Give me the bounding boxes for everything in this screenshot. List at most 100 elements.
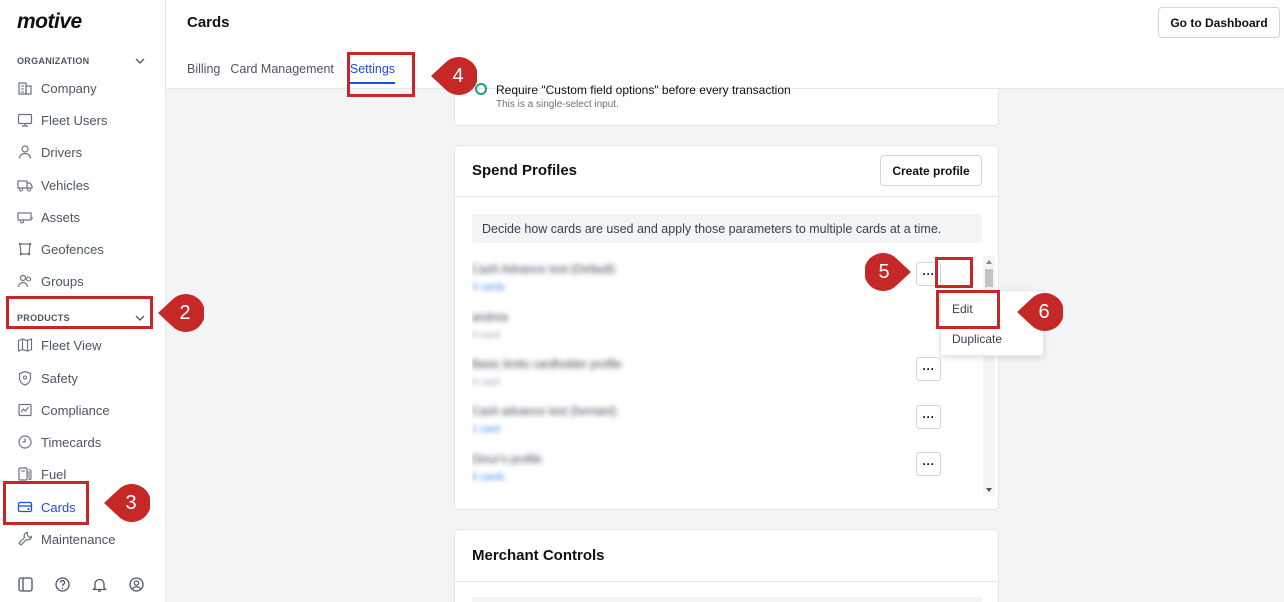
annotation-badge: 2 (158, 294, 205, 332)
truck-icon (17, 180, 33, 192)
sidebar-item-label: Fleet View (41, 337, 102, 353)
custom-field-option[interactable]: Require "Custom field options" before ev… (475, 83, 791, 97)
merchant-controls-info (472, 597, 982, 602)
annotation-badge: 5 (864, 253, 911, 291)
help-icon[interactable] (54, 576, 71, 593)
knowledge-base-icon[interactable] (17, 576, 34, 593)
sidebar-item-fleet-view[interactable]: Fleet View (17, 333, 101, 357)
profile-name: andrea (472, 312, 508, 324)
profile-list: Cash Advance test (Default) 4 cards ··· … (472, 258, 982, 494)
custom-field-label: Require "Custom field options" before ev… (496, 83, 791, 97)
scroll-thumb[interactable] (985, 269, 993, 287)
sidebar-item-label: Compliance (41, 402, 110, 418)
annotation-number: 5 (878, 260, 890, 283)
go-to-dashboard-button[interactable]: Go to Dashboard (1158, 7, 1280, 38)
more-options-button[interactable]: ··· (916, 357, 941, 381)
sidebar-item-timecards[interactable]: Timecards (17, 430, 101, 454)
profile-card-count: 0 card (472, 330, 500, 341)
list-item: Dinur's profile 6 cards ··· (472, 452, 967, 494)
scroll-up-arrow-icon[interactable] (986, 260, 992, 264)
spend-profiles-title: Spend Profiles (472, 162, 578, 179)
building-icon (18, 82, 32, 95)
annotation-highlight (3, 481, 89, 525)
motive-logo[interactable]: motive (17, 10, 82, 34)
annotation-highlight (936, 290, 1000, 329)
profile-card-count[interactable]: 6 cards (472, 472, 505, 483)
sidebar-item-groups[interactable]: Groups (17, 269, 84, 293)
annotation-badge: 4 (431, 57, 478, 95)
shield-icon (18, 370, 32, 386)
sidebar-item-label: Fuel (41, 466, 67, 482)
profile-name: Dinur's profile (472, 454, 542, 466)
wrench-icon (18, 531, 33, 546)
sidebar-item-label: Geofences (41, 241, 104, 257)
spend-profiles-card: Spend Profiles Create profile Decide how… (454, 145, 999, 510)
tab-billing[interactable]: Billing (187, 62, 220, 84)
profile-card-count[interactable]: 4 cards (472, 282, 505, 293)
sidebar-item-label: Vehicles (41, 177, 90, 193)
custom-field-card: Require "Custom field options" before ev… (454, 83, 999, 126)
sidebar-item-assets[interactable]: Assets (17, 205, 80, 229)
sidebar-item-label: Fleet Users (41, 112, 108, 128)
annotation-highlight (935, 257, 973, 288)
annotation-number: 4 (452, 64, 464, 87)
annotation-badge: 6 (1017, 293, 1064, 331)
profile-card-count: 0 card (472, 377, 500, 388)
sidebar-footer (17, 576, 145, 593)
annotation-highlight (347, 52, 415, 97)
sidebar-item-label: Assets (41, 209, 81, 225)
group-icon (17, 274, 32, 288)
page-header: Cards Go to Dashboard Billing Card Manag… (166, 0, 1284, 89)
annotation-highlight (6, 296, 153, 329)
tab-card-management[interactable]: Card Management (230, 62, 334, 84)
menu-item-duplicate[interactable]: Duplicate (952, 332, 1002, 346)
trailer-icon (17, 212, 33, 224)
user-account-icon[interactable] (128, 576, 145, 593)
scroll-down-arrow-icon[interactable] (986, 488, 992, 492)
chevron-down-icon[interactable] (135, 56, 145, 66)
sidebar-item-label: Company (41, 80, 97, 96)
bell-icon[interactable] (91, 576, 108, 593)
sidebar-item-label: Timecards (41, 434, 102, 450)
list-item: andrea 0 card (472, 312, 967, 352)
sidebar-item-drivers[interactable]: Drivers (17, 140, 82, 164)
sidebar-item-label: Maintenance (41, 531, 116, 547)
merchant-controls-card: Merchant Controls (454, 529, 999, 602)
geofence-icon (18, 242, 32, 256)
spend-profiles-header: Spend Profiles Create profile (455, 146, 998, 197)
sidebar-item-label: Drivers (41, 144, 83, 160)
profile-name: Cash Advance test (Default) (472, 264, 616, 276)
sidebar-item-fleet-users[interactable]: Fleet Users (17, 108, 107, 132)
merchant-controls-title: Merchant Controls (472, 547, 605, 564)
sidebar-item-geofences[interactable]: Geofences (17, 237, 104, 261)
list-item: Cash advance test (hemant) 1 card ··· (472, 405, 967, 446)
sidebar-item-safety[interactable]: Safety (17, 366, 78, 390)
list-item: Basic limits cardholder profile 0 card ·… (472, 357, 967, 399)
sidebar-item-label: Safety (41, 370, 78, 386)
custom-field-sublabel: This is a single-select input. (496, 99, 619, 110)
clock-icon (18, 435, 32, 449)
page-title: Cards (187, 14, 230, 31)
annotation-number: 2 (179, 301, 191, 324)
map-icon (17, 338, 33, 352)
spend-profiles-info: Decide how cards are used and apply thos… (472, 214, 982, 243)
annotation-badge: 3 (104, 484, 151, 522)
more-options-button[interactable]: ··· (916, 452, 941, 476)
create-profile-button[interactable]: Create profile (880, 155, 982, 186)
sidebar-item-vehicles[interactable]: Vehicles (17, 173, 89, 197)
profile-name: Basic limits cardholder profile (472, 359, 622, 371)
person-icon (18, 145, 32, 159)
profile-card-count[interactable]: 1 card (472, 424, 500, 435)
sidebar-item-compliance[interactable]: Compliance (17, 398, 110, 422)
sidebar-item-company[interactable]: Company (17, 76, 97, 100)
compliance-icon (18, 403, 32, 417)
sidebar-item-maintenance[interactable]: Maintenance (17, 527, 115, 551)
organization-section-label[interactable]: ORGANIZATION (17, 56, 89, 66)
annotation-number: 3 (125, 491, 137, 514)
fuel-icon (18, 467, 32, 481)
more-options-button[interactable]: ··· (916, 405, 941, 429)
sidebar-item-label: Groups (41, 273, 84, 289)
annotation-number: 6 (1038, 300, 1050, 323)
monitor-icon (17, 113, 33, 127)
profile-name: Cash advance test (hemant) (472, 406, 617, 418)
